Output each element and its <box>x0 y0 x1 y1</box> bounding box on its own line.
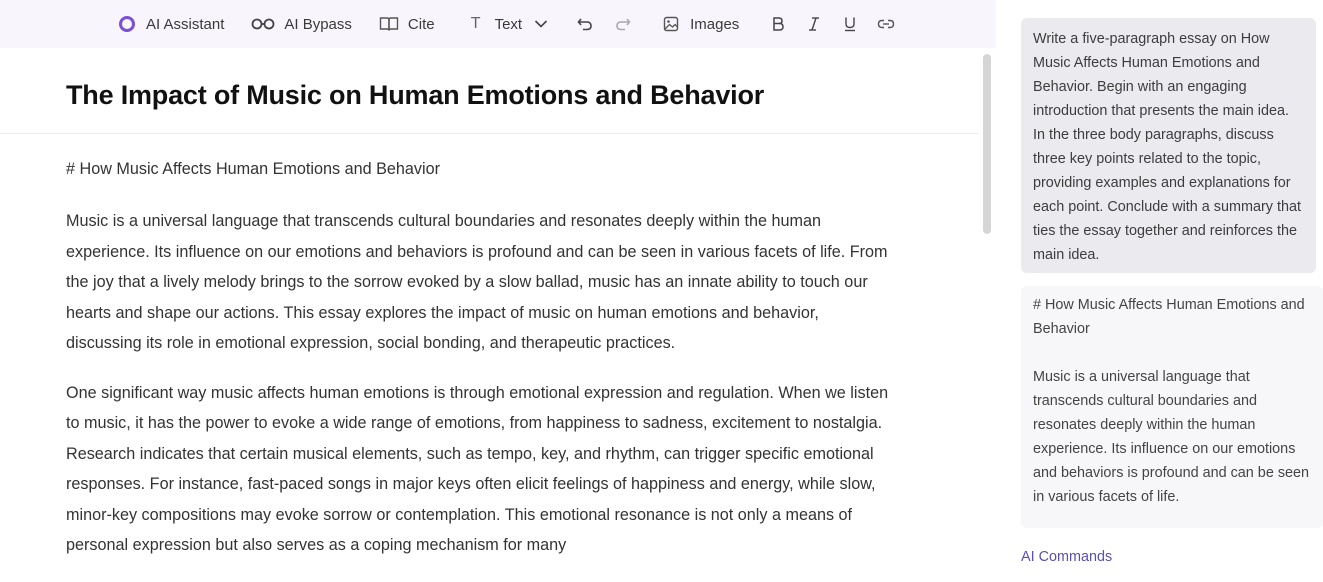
italic-button[interactable] <box>803 10 825 38</box>
bold-icon <box>767 13 789 35</box>
glasses-icon <box>250 13 276 35</box>
undo-button[interactable] <box>574 10 596 38</box>
document-paragraph: Music is a universal language that trans… <box>66 212 888 352</box>
ai-sidebar: Write a five-paragraph essay on How Musi… <box>996 0 1323 582</box>
bold-button[interactable] <box>767 10 789 38</box>
document-heading: # How Music Affects Human Emotions and B… <box>66 160 440 178</box>
underline-icon <box>839 13 861 35</box>
book-icon <box>378 13 400 35</box>
text-style-dropdown[interactable]: T Text <box>465 10 553 38</box>
italic-icon <box>803 13 825 35</box>
cite-button[interactable]: Cite <box>378 10 435 38</box>
text-style-label: Text <box>494 15 523 33</box>
response-heading: # How Music Affects Human Emotions and B… <box>1033 297 1305 337</box>
images-button[interactable]: Images <box>660 10 739 38</box>
ai-assistant-button[interactable]: AI Assistant <box>116 10 224 38</box>
response-message: # How Music Affects Human Emotions and B… <box>1021 286 1323 528</box>
undo-icon <box>574 13 596 35</box>
underline-button[interactable] <box>839 10 861 38</box>
editor-toolbar: AI Assistant AI Bypass Cite T Text Image… <box>0 0 996 48</box>
link-button[interactable] <box>875 10 897 38</box>
document-paragraph: One significant way music affects human … <box>66 383 889 555</box>
chevron-down-icon <box>530 13 552 35</box>
document-title[interactable]: The Impact of Music on Human Emotions an… <box>66 80 764 111</box>
ai-bypass-button[interactable]: AI Bypass <box>250 10 352 38</box>
document-body[interactable]: # How Music Affects Human Emotions and B… <box>66 156 896 580</box>
ai-commands-link[interactable]: AI Commands <box>1021 549 1112 565</box>
redo-button[interactable] <box>612 10 634 38</box>
text-t-icon: T <box>470 15 481 32</box>
images-label: Images <box>690 15 740 33</box>
editor-pane: AI Assistant AI Bypass Cite T Text Image… <box>0 0 996 582</box>
ai-assistant-label: AI Assistant <box>146 15 225 33</box>
cite-label: Cite <box>407 15 435 33</box>
ai-bypass-label: AI Bypass <box>284 15 352 33</box>
prompt-message: Write a five-paragraph essay on How Musi… <box>1021 18 1316 273</box>
link-icon <box>875 13 897 35</box>
ai-assistant-icon <box>116 13 138 35</box>
document-title-area: The Impact of Music on Human Emotions an… <box>0 60 978 134</box>
image-icon <box>660 13 682 35</box>
redo-icon <box>612 13 634 35</box>
response-text: Music is a universal language that trans… <box>1033 369 1310 505</box>
editor-scrollbar[interactable] <box>983 54 991 234</box>
